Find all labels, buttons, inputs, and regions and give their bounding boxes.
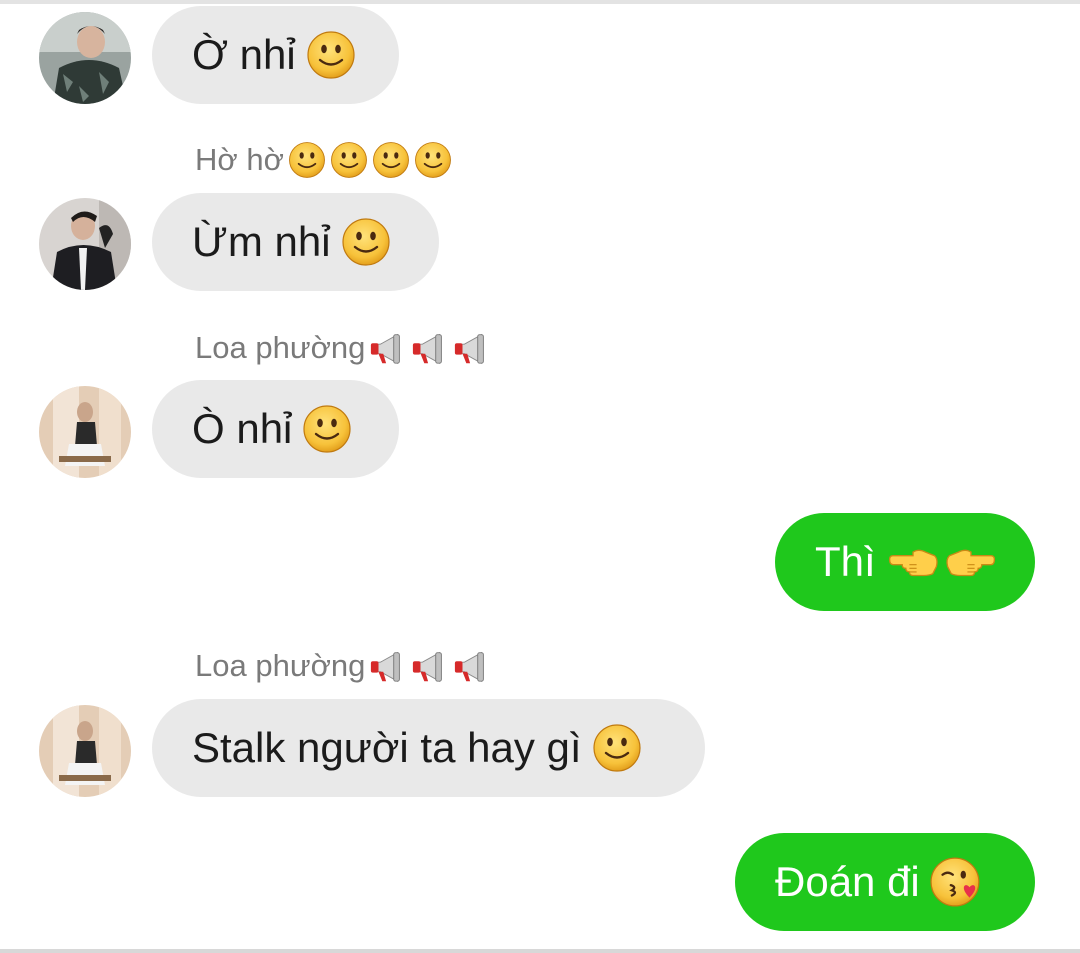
megaphone-icon xyxy=(411,329,449,367)
slightly-smiling-face-icon xyxy=(592,723,642,773)
chat-thread: Ờ nhỉ Hờ hờ Ừm nhỉ Loa phường Ò nhỉ Thì … xyxy=(0,0,1080,953)
megaphone-icon xyxy=(453,647,491,685)
sender-nickname: Hờ hờ xyxy=(195,140,452,180)
message-text: Ừm nhỉ xyxy=(192,218,331,265)
message-text: Thì xyxy=(815,538,876,585)
megaphone-icon xyxy=(369,329,407,367)
message-bubble-outgoing[interactable]: Thì xyxy=(775,513,1035,611)
slightly-smiling-face-icon xyxy=(288,141,326,179)
message-bubble[interactable]: Stalk người ta hay gì xyxy=(152,699,705,797)
megaphone-icon xyxy=(453,329,491,367)
slightly-smiling-face-icon xyxy=(330,141,368,179)
sender-nickname: Loa phường xyxy=(195,328,491,368)
slightly-smiling-face-icon xyxy=(306,30,356,80)
message-bubble[interactable]: Ò nhỉ xyxy=(152,380,399,478)
pointing-left-icon xyxy=(886,539,940,585)
bottom-divider xyxy=(0,949,1080,953)
megaphone-icon xyxy=(411,647,449,685)
slightly-smiling-face-icon xyxy=(302,404,352,454)
message-text: Stalk người ta hay gì xyxy=(192,724,582,771)
sender-nickname: Loa phường xyxy=(195,646,491,686)
pointing-right-icon xyxy=(944,539,998,585)
message-bubble[interactable]: Ừm nhỉ xyxy=(152,193,439,291)
slightly-smiling-face-icon xyxy=(341,217,391,267)
slightly-smiling-face-icon xyxy=(414,141,452,179)
avatar[interactable] xyxy=(39,386,131,478)
megaphone-icon xyxy=(369,647,407,685)
message-text: Đoán đi xyxy=(775,858,920,905)
message-text: Ò nhỉ xyxy=(192,405,293,452)
message-bubble[interactable]: Ờ nhỉ xyxy=(152,6,399,104)
slightly-smiling-face-icon xyxy=(372,141,410,179)
avatar[interactable] xyxy=(39,12,131,104)
avatar[interactable] xyxy=(39,198,131,290)
message-text: Ờ nhỉ xyxy=(192,31,296,78)
message-bubble-outgoing[interactable]: Đoán đi xyxy=(735,833,1035,931)
top-divider xyxy=(0,0,1080,4)
avatar[interactable] xyxy=(39,705,131,797)
face-blowing-kiss-icon xyxy=(930,856,982,908)
